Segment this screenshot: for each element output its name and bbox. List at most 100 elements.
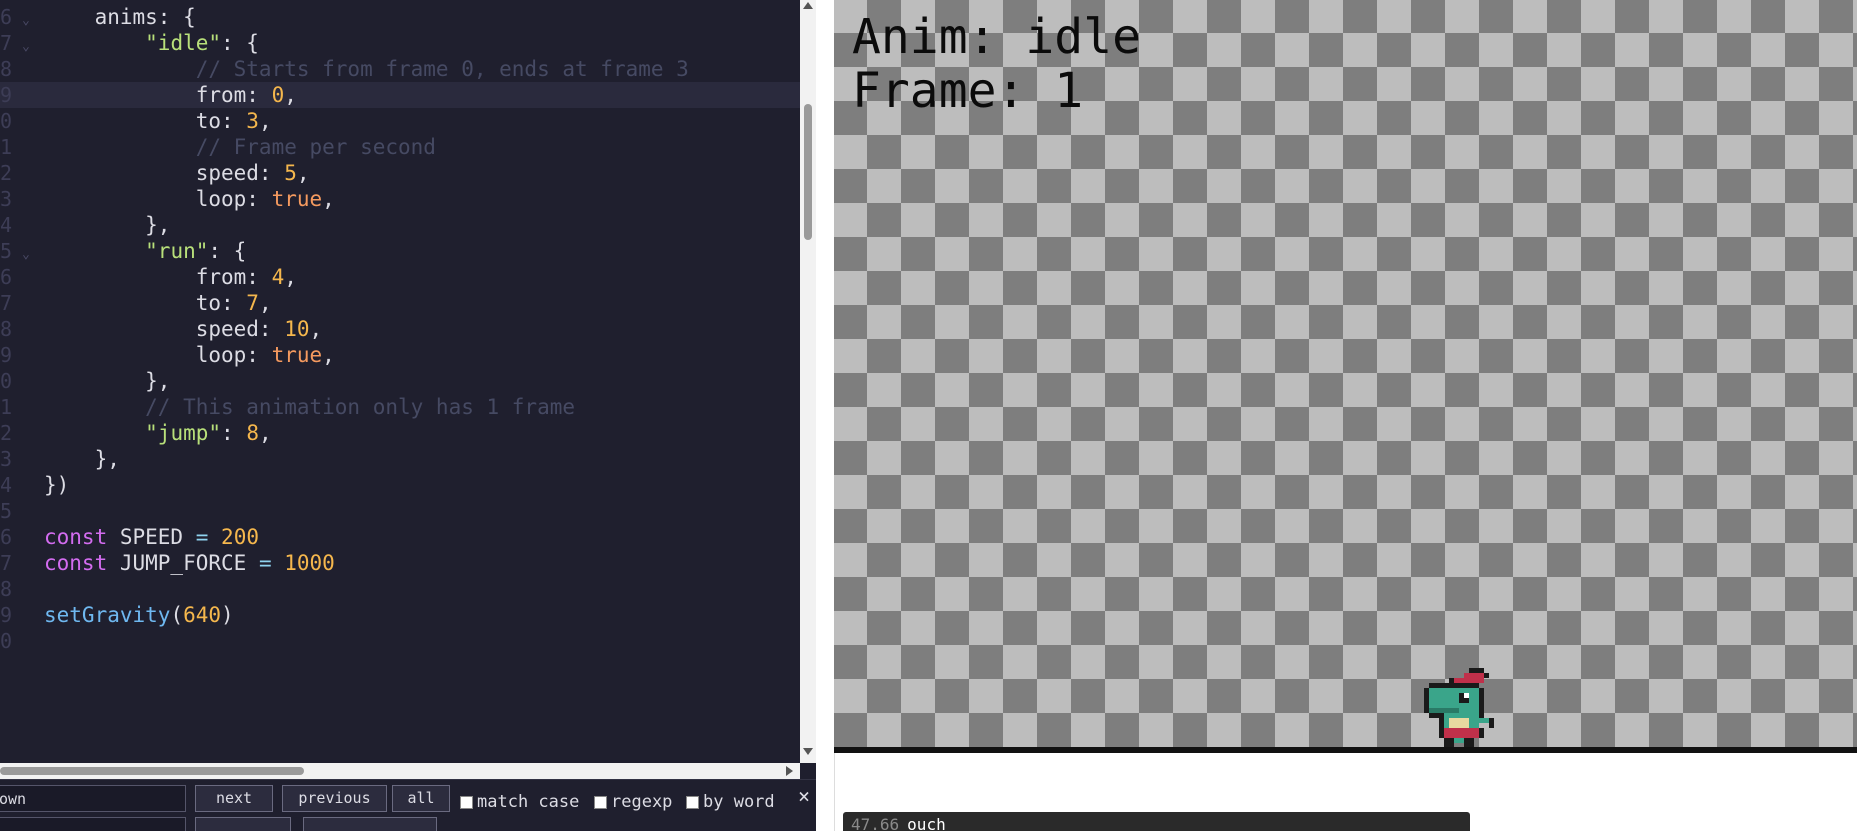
search-input[interactable] [0,785,186,812]
find-all-button[interactable]: all [392,785,450,812]
code-token: = [258,551,272,575]
code-token: const [44,551,108,575]
horizontal-scrollbar-thumb[interactable] [0,767,304,775]
code-token: , [258,291,272,315]
search-panel: next previous all match case regexp by w… [0,779,816,831]
code-line[interactable]: 23 loop: true, [0,186,800,212]
by-word-label: by word [703,792,775,812]
code-line[interactable]: 19 from: 0, [0,82,800,108]
code-line[interactable]: 34}) [0,472,800,498]
code-line[interactable]: 38 [0,576,800,602]
vertical-scrollbar-thumb[interactable] [804,104,812,240]
find-next-button[interactable]: next [195,785,273,812]
code-area[interactable]: 16⌄ anims: {17⌄ "idle": {18 // Starts fr… [0,0,800,763]
code-token: 5 [284,161,297,185]
find-previous-button[interactable]: previous [282,785,387,812]
match-case-checkbox[interactable]: match case [460,792,579,812]
code-text: from: 0, [44,82,297,108]
checkbox-box[interactable] [460,795,473,809]
code-line[interactable]: 39 setGravity(640) [0,602,800,628]
code-token: const [44,525,108,549]
code-line[interactable]: 36 const SPEED = 200 [0,524,800,550]
code-line[interactable]: 18 // Starts from frame 0, ends at frame… [0,56,800,82]
regexp-checkbox[interactable]: regexp [594,792,672,812]
code-line[interactable]: 40 [0,628,800,654]
code-text: to: 3, [44,108,272,134]
code-token: , [322,187,335,211]
game-canvas[interactable]: Anim: idle Frame: 1 [834,0,1857,747]
code-token: anims: { [44,5,196,29]
code-token: , [322,343,335,367]
line-number: 22 [0,161,13,185]
line-number: 38 [0,577,13,601]
code-line[interactable]: 22 speed: 5, [0,160,800,186]
game-hud: Anim: idle Frame: 1 [852,10,1141,118]
code-token: : { [221,31,259,55]
code-line[interactable]: 31 // This animation only has 1 frame [0,394,800,420]
code-token: }, [44,447,120,471]
by-word-checkbox[interactable]: by word [686,792,775,812]
code-text: }, [44,446,120,472]
code-line[interactable]: 29 loop: true, [0,342,800,368]
log-entry: 47.66 ouch [843,812,1470,831]
code-editor[interactable]: 16⌄ anims: {17⌄ "idle": {18 // Starts fr… [0,0,816,831]
log-message: ouch [907,815,946,831]
replace-button[interactable] [195,817,291,831]
line-number: 39 [0,603,13,627]
checkbox-box[interactable] [594,795,607,809]
code-token: speed: [44,317,285,341]
code-text: speed: 10, [44,316,322,342]
line-number: 40 [0,629,13,653]
code-token: , [284,83,297,107]
code-text: }, [44,212,170,238]
code-line[interactable]: 24 }, [0,212,800,238]
code-token: 7 [246,291,259,315]
code-line[interactable]: 27 to: 7, [0,290,800,316]
code-line[interactable]: 17⌄ "idle": { [0,30,800,56]
code-line[interactable]: 28 speed: 10, [0,316,800,342]
code-line[interactable]: 25⌄ "run": { [0,238,800,264]
code-line[interactable]: 37 const JUMP_FORCE = 1000 [0,550,800,576]
line-number: 20 [0,109,13,133]
close-icon[interactable]: × [798,784,810,808]
checkbox-box[interactable] [686,795,699,809]
code-line[interactable]: 35 [0,498,800,524]
replace-input[interactable] [0,817,186,831]
frame-readout: Frame: 1 [852,63,1084,119]
replace-all-button[interactable] [303,817,437,831]
code-line[interactable]: 32 "jump": 8, [0,420,800,446]
code-token: 10 [284,317,310,341]
code-token: true [271,187,323,211]
code-line[interactable]: 33 }, [0,446,800,472]
player-sprite [1424,668,1494,748]
code-token: = [195,525,209,549]
pane-divider[interactable] [816,0,834,831]
line-number: 35 [0,499,13,523]
code-text: loop: true, [44,186,335,212]
code-token: , [258,421,272,445]
code-line[interactable]: 20 to: 3, [0,108,800,134]
code-token: to: [44,291,247,315]
scroll-right-arrow-icon[interactable] [786,766,793,776]
code-token: "run" [145,239,209,263]
code-token: // Frame per second [44,135,436,159]
code-text: "idle": { [44,30,259,56]
code-token: SPEED [107,525,196,549]
line-number: 19 [0,83,13,107]
code-line[interactable]: 30 }, [0,368,800,394]
regexp-label: regexp [611,792,673,812]
code-line[interactable]: 21 // Frame per second [0,134,800,160]
line-number: 24 [0,213,13,237]
code-token: "jump" [145,421,222,445]
scroll-up-arrow-icon[interactable] [803,2,813,9]
code-line[interactable]: 16⌄ anims: { [0,4,800,30]
code-token: loop: [44,187,272,211]
code-line[interactable]: 26 from: 4, [0,264,800,290]
line-number: 21 [0,135,13,159]
line-number: 26 [0,265,13,289]
code-token: }, [44,213,171,237]
scroll-down-arrow-icon[interactable] [803,748,813,755]
